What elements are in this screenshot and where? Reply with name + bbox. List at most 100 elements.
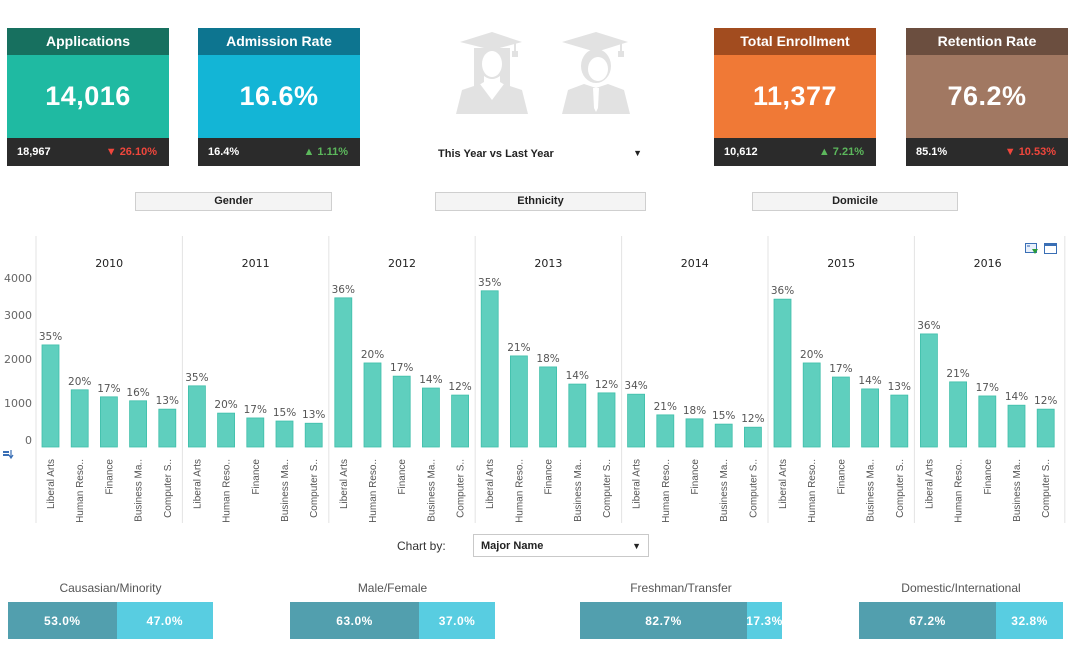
bar	[129, 400, 148, 448]
kpi-value: 16.6%	[198, 55, 360, 138]
kpi-change: ▼ 10.53%	[1004, 146, 1056, 158]
bar	[217, 412, 236, 448]
panel-year-label: 2014	[681, 257, 709, 270]
bar-data-label: 16%	[126, 387, 149, 399]
bar-data-label: 17%	[244, 404, 267, 416]
bar	[920, 333, 938, 448]
x-category-label: Liberal Arts	[632, 459, 643, 509]
x-category-label: Business Ma..	[280, 459, 291, 522]
bar	[334, 297, 353, 448]
bar-data-label: 35%	[185, 372, 208, 384]
x-category-label: Computer S..	[895, 459, 906, 518]
kpi-footer: 85.1% ▼ 10.53%	[906, 138, 1068, 166]
split-segment-b[interactable]: 17.3%	[746, 602, 782, 639]
kpi-change: ▼ 26.10%	[105, 146, 157, 158]
arrow-up-icon: ▲	[818, 146, 830, 158]
split-segment-b[interactable]: 37.0%	[419, 602, 495, 639]
kpi-title: Admission Rate	[198, 28, 360, 55]
bar-data-label: 20%	[361, 349, 384, 361]
bar-data-label: 12%	[448, 381, 471, 393]
x-category-label: Human Reso..	[661, 459, 672, 523]
x-category-label: Human Reso..	[954, 459, 965, 523]
split-segment-a[interactable]: 67.2%	[859, 602, 997, 639]
x-category-label: Business Ma..	[573, 459, 584, 522]
bar-data-label: 17%	[390, 362, 413, 374]
ethnicity-button[interactable]: Ethnicity	[435, 192, 646, 211]
kpi-footer: 16.4% ▲ 1.11%	[198, 138, 360, 166]
bar-data-label: 15%	[273, 407, 296, 419]
sort-icon-line	[3, 454, 9, 456]
x-category-label: Human Reso..	[807, 459, 818, 523]
bar	[714, 423, 733, 448]
y-tick-label: 1000	[4, 397, 32, 410]
kpi-title: Retention Rate	[906, 28, 1068, 55]
female-graduate-icon	[456, 32, 528, 114]
period-select-value: This Year vs Last Year	[438, 148, 554, 160]
bar-data-label: 20%	[68, 376, 91, 388]
split-title: Domestic/International	[901, 581, 1021, 595]
panel-year-label: 2015	[827, 257, 855, 270]
bar	[275, 420, 294, 448]
export-icon[interactable]	[1025, 243, 1038, 255]
bar-data-label: 21%	[654, 401, 677, 413]
bar-data-label: 13%	[888, 381, 911, 393]
split-segment-a[interactable]: 63.0%	[290, 602, 420, 639]
arrow-down-icon: ▼	[1004, 146, 1016, 158]
bar-data-label: 13%	[302, 409, 325, 421]
panel-year-label: 2012	[388, 257, 416, 270]
bar	[480, 290, 499, 448]
bar	[744, 426, 762, 448]
x-category-label: Human Reso..	[222, 459, 233, 523]
x-category-label: Finance	[836, 459, 847, 495]
split-segment-b[interactable]: 47.0%	[116, 602, 213, 639]
bar	[158, 408, 177, 448]
kpi-footer: 18,967 ▼ 26.10%	[7, 138, 169, 166]
chart-toolbar	[1025, 243, 1057, 255]
chart-by-value: Major Name	[481, 539, 544, 552]
bar-data-label: 18%	[683, 405, 706, 417]
bar-data-label: 14%	[419, 374, 442, 386]
maximize-icon[interactable]	[1044, 243, 1057, 255]
split-segment-b[interactable]: 32.8%	[996, 602, 1063, 639]
x-category-label: Business Ma..	[719, 459, 730, 522]
chevron-down-icon: ▼	[633, 148, 642, 158]
x-category-label: Business Ma..	[426, 459, 437, 522]
bar-data-label: 14%	[1005, 391, 1028, 403]
panel-year-label: 2010	[95, 257, 123, 270]
panel-year-label: 2011	[242, 257, 270, 270]
bar	[978, 395, 997, 448]
bar	[656, 414, 675, 448]
x-category-label: Finance	[397, 459, 408, 495]
split-male-female: Male/Female 63.0% 37.0%	[290, 580, 495, 639]
bar	[890, 394, 909, 448]
bar	[568, 383, 587, 448]
bar	[685, 418, 704, 448]
split-bar: 53.0% 47.0%	[8, 602, 213, 639]
kpi-previous-value: 85.1%	[916, 146, 948, 158]
domicile-button[interactable]: Domicile	[752, 192, 958, 211]
y-tick-label: 0	[25, 434, 32, 447]
bar	[187, 385, 206, 448]
x-category-label: Human Reso..	[514, 459, 525, 523]
gender-button[interactable]: Gender	[135, 192, 332, 211]
x-category-label: Computer S..	[163, 459, 174, 518]
kpi-card-admission-rate: Admission Rate 16.6% 16.4% ▲ 1.11%	[198, 28, 360, 166]
period-select[interactable]: This Year vs Last Year ▼	[438, 148, 642, 164]
chart-by-select[interactable]: Major Name ▼	[473, 534, 649, 557]
bar	[392, 375, 411, 448]
split-segment-a[interactable]: 53.0%	[8, 602, 117, 639]
bar	[802, 362, 821, 448]
x-category-label: Finance	[983, 459, 994, 495]
bar	[363, 362, 382, 448]
kpi-previous-value: 16.4%	[208, 146, 240, 158]
x-category-label: Computer S..	[748, 459, 759, 518]
x-category-label: Liberal Arts	[485, 459, 496, 509]
bar	[832, 376, 850, 448]
bar	[1036, 408, 1055, 448]
split-freshman-transfer: Freshman/Transfer 82.7% 17.3%	[580, 580, 782, 639]
male-graduate-icon	[562, 32, 630, 114]
split-title: Male/Female	[357, 581, 428, 595]
sort-icon-arrow	[8, 450, 14, 460]
split-segment-a[interactable]: 82.7%	[580, 602, 748, 639]
x-category-label: Computer S..	[309, 459, 320, 518]
